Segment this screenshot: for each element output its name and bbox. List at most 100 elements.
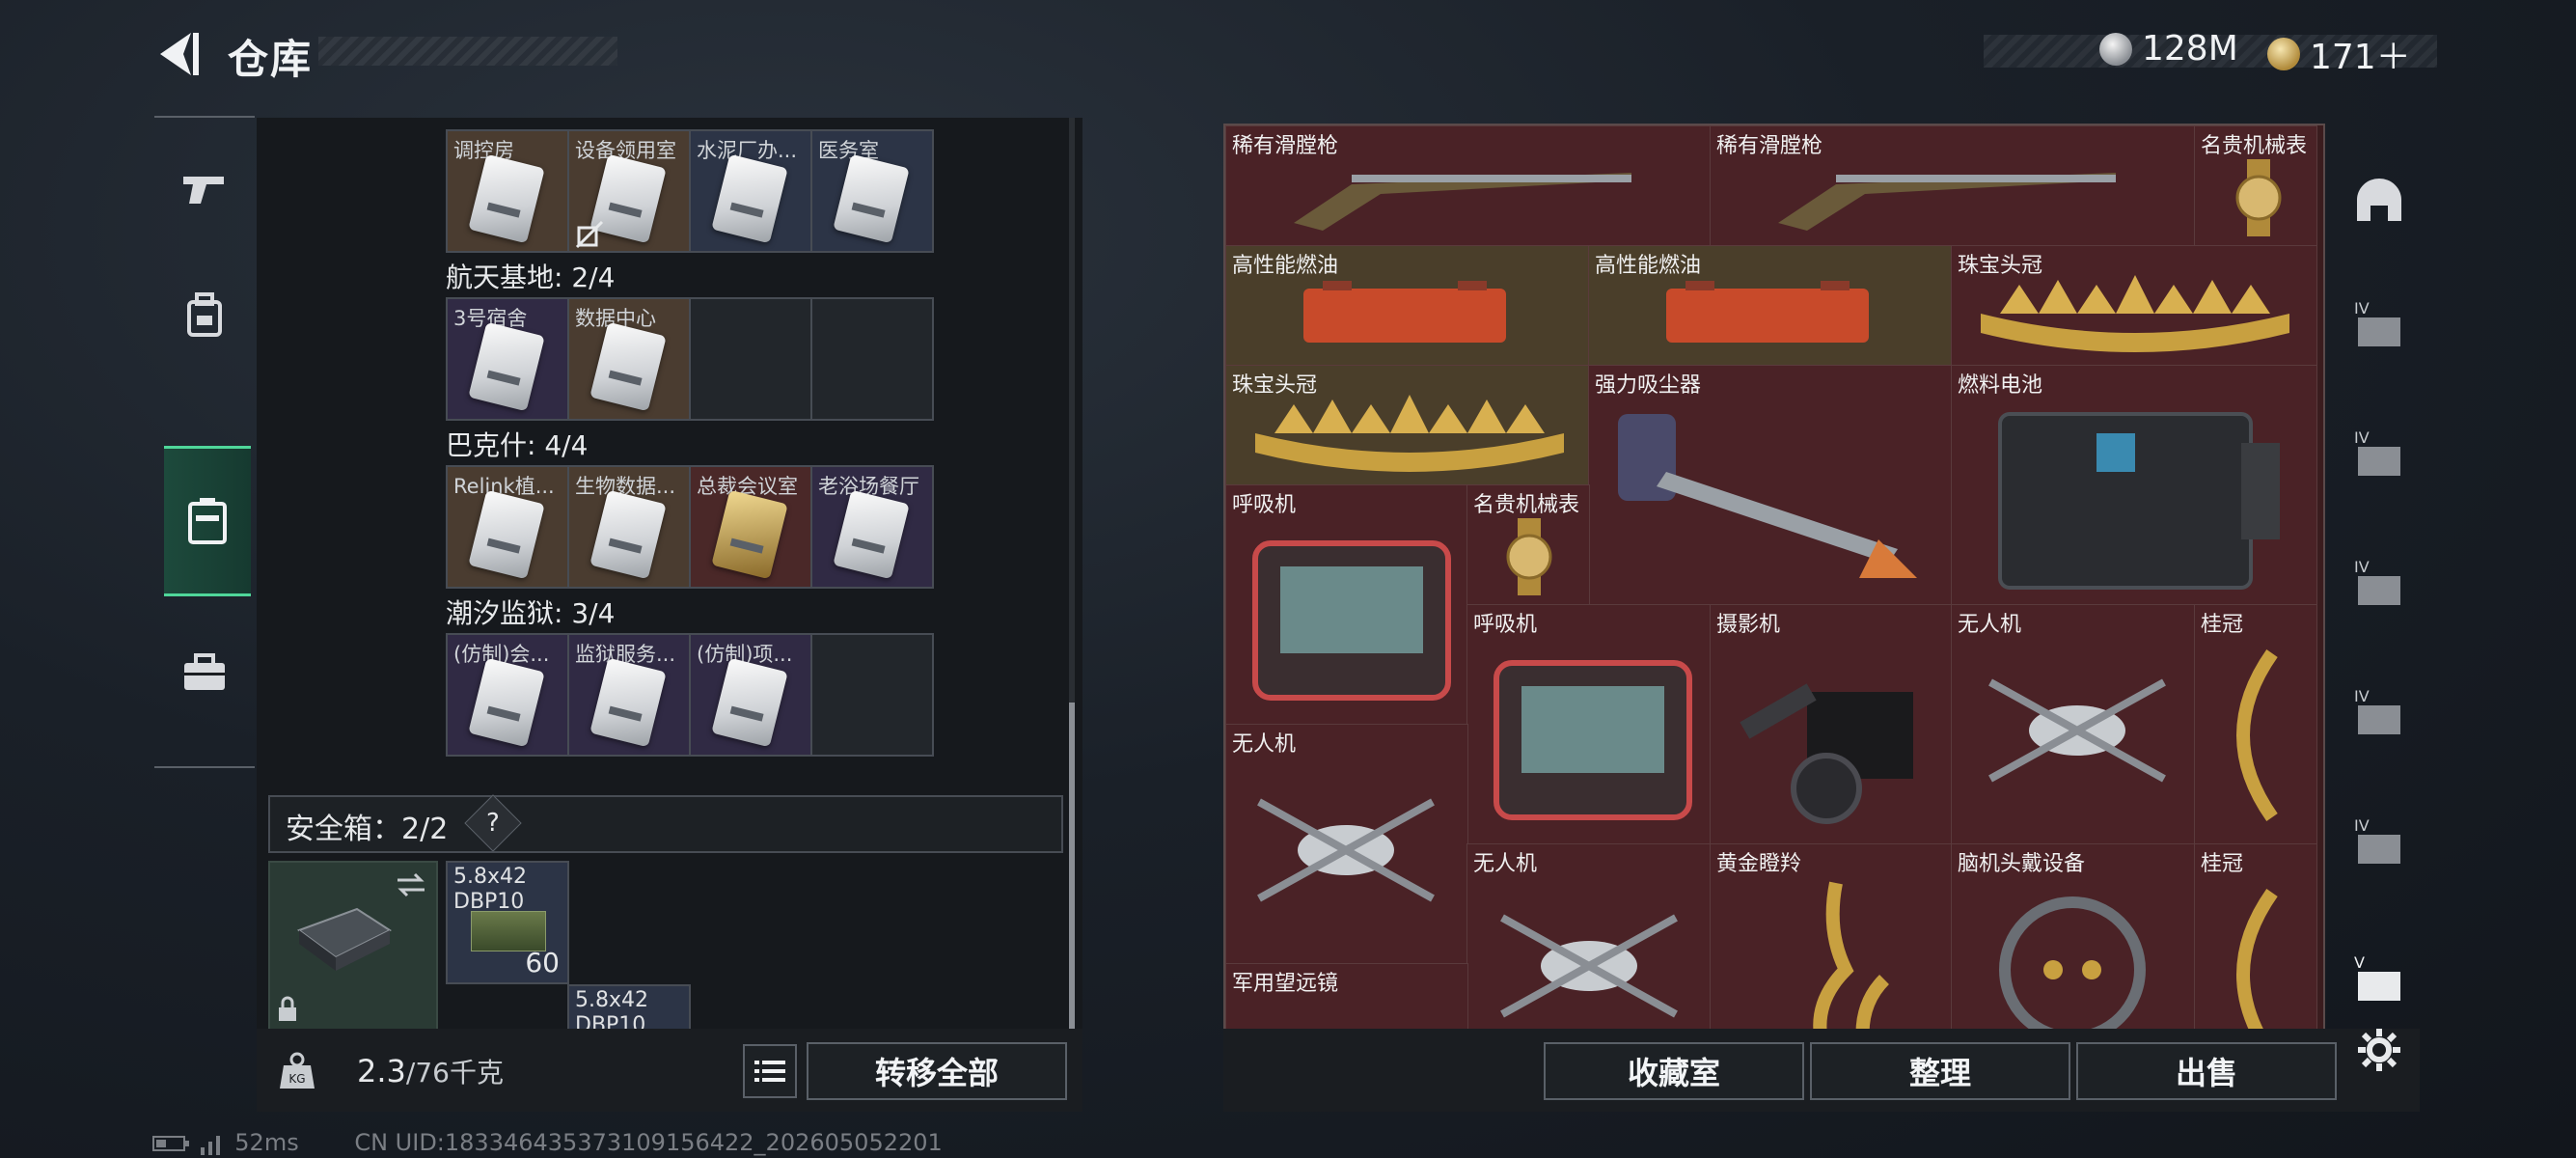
storage-grid: 稀有滑膛枪 稀有滑膛枪 名贵机械表 高性能燃油 高性能燃油 珠宝头冠 珠宝头冠 … — [1223, 124, 2325, 1034]
slot-armor[interactable]: IV — [2344, 396, 2414, 511]
key-group-label: 潮汐监狱: 3/4 — [446, 597, 616, 629]
svg-text:IV: IV — [2354, 816, 2370, 835]
unlink-icon — [575, 220, 604, 249]
key-slot[interactable]: 监狱服务... — [569, 635, 691, 755]
key-slot[interactable]: 老浴场餐厅 — [812, 467, 932, 587]
key-group-row: 3号宿舍 数据中心 — [446, 297, 934, 421]
key-slot[interactable]: 调控房 — [448, 131, 569, 251]
armor-iv-icon: IV — [2354, 816, 2400, 864]
currency-gold-value: 171＋ — [2310, 38, 2411, 77]
item-drone[interactable]: 无人机 — [1466, 843, 1712, 1033]
slot-armor[interactable]: IV — [2344, 266, 2414, 382]
fuel-case-icon — [1303, 281, 1506, 343]
keycard-icon — [589, 321, 667, 412]
svg-text:IV: IV — [2354, 299, 2370, 317]
armor-iv-icon: IV — [2354, 558, 2400, 605]
item-laurel-crown[interactable]: 桂冠 — [2194, 843, 2317, 1033]
slot-armor[interactable]: V — [2344, 921, 2414, 1036]
key-slot[interactable]: 生物数据... — [569, 467, 691, 587]
item-military-binoculars[interactable]: 军用望远镜 — [1225, 963, 1468, 1033]
battery-icon — [152, 1136, 189, 1151]
key-slot[interactable]: 水泥厂办... — [691, 131, 812, 251]
scrollbar-thumb[interactable] — [1069, 703, 1075, 1031]
nav-storage[interactable] — [164, 446, 251, 596]
item-video-camera[interactable]: 摄影机 — [1710, 604, 1953, 845]
ventilator-icon — [1494, 660, 1692, 820]
item-vacuum-cleaner[interactable]: 强力吸尘器 — [1588, 365, 1953, 606]
safebox-slot[interactable] — [268, 861, 438, 1031]
keycard-icon — [833, 153, 910, 244]
helmet-icon — [2357, 179, 2401, 221]
slot-helmet[interactable] — [2344, 143, 2414, 259]
status-footer: 52ms CN UID:18334643537310915642​2_20260… — [152, 1129, 943, 1156]
fuel-cell-icon — [1998, 412, 2280, 590]
sell-button[interactable]: 出售 — [2076, 1042, 2337, 1100]
item-rare-musket[interactable]: 稀有滑膛枪 — [1225, 125, 1712, 247]
slot-armor[interactable]: IV — [2344, 784, 2414, 899]
key-slot[interactable]: 3号宿舍 — [448, 299, 569, 419]
collection-room-button[interactable]: 收藏室 — [1544, 1042, 1804, 1100]
item-golden-gazelle[interactable]: 黄金瞪羚 — [1710, 843, 1953, 1033]
key-slot[interactable]: 数据中心 — [569, 299, 691, 419]
item-ventilator[interactable]: 呼吸机 — [1225, 484, 1468, 726]
key-slot-empty[interactable] — [812, 635, 932, 755]
item-jeweled-tiara[interactable]: 珠宝头冠 — [1225, 365, 1590, 486]
swap-icon[interactable] — [394, 870, 428, 899]
tiara-icon — [1981, 275, 2289, 352]
back-arrow-icon[interactable] — [154, 29, 199, 79]
transfer-all-button[interactable]: 转移全部 — [807, 1042, 1067, 1100]
key-slot-empty[interactable] — [691, 299, 812, 419]
watch-icon — [2235, 159, 2282, 236]
safebox-icon — [296, 907, 393, 971]
item-laurel-crown[interactable]: 桂冠 — [2194, 604, 2317, 845]
key-slot[interactable]: 总裁会议室 — [691, 467, 812, 587]
keycard-icon — [468, 153, 545, 244]
keycard-icon — [468, 657, 545, 748]
sort-button[interactable]: 整理 — [1810, 1042, 2070, 1100]
keycard-icon — [468, 489, 545, 580]
ammo-slot[interactable]: 5.8x42DBP10 60 — [446, 861, 569, 984]
laurel-icon — [2236, 888, 2278, 1033]
currency-silver-value: 128M — [2142, 29, 2238, 69]
ping-text: 52ms — [234, 1129, 299, 1156]
item-rare-musket[interactable]: 稀有滑膛枪 — [1710, 125, 2196, 247]
armor-v-icon: V — [2354, 953, 2400, 1001]
list-view-button[interactable] — [743, 1044, 797, 1098]
key-slot[interactable]: 设备领用室 — [569, 131, 691, 251]
key-slot-empty[interactable] — [812, 299, 932, 419]
slot-armor[interactable]: IV — [2344, 525, 2414, 641]
vacuum-icon — [1618, 414, 1917, 578]
signal-icon — [200, 1136, 220, 1155]
musket-icon — [1294, 173, 1631, 231]
item-high-perf-fuel[interactable]: 高性能燃油 — [1225, 245, 1590, 367]
svg-text:IV: IV — [2354, 558, 2370, 576]
toolbox-icon — [184, 653, 225, 690]
camera-icon — [1740, 683, 1913, 824]
item-luxury-watch[interactable]: 名贵机械表 — [1466, 484, 1590, 606]
currency-gold[interactable]: 171＋ — [2267, 29, 2411, 79]
item-drone[interactable]: 无人机 — [1225, 724, 1468, 965]
nav-toolbox[interactable] — [154, 600, 255, 745]
watch-icon — [1506, 518, 1552, 595]
item-fuel-cell[interactable]: 燃料电池 — [1951, 365, 2317, 606]
tiara-icon — [1255, 395, 1564, 472]
key-slot[interactable]: Relink植... — [448, 467, 569, 587]
keycard-icon — [589, 657, 667, 748]
laurel-icon — [2236, 648, 2278, 822]
item-jeweled-tiara[interactable]: 珠宝头冠 — [1951, 245, 2317, 367]
item-high-perf-fuel[interactable]: 高性能燃油 — [1588, 245, 1953, 367]
key-slot[interactable]: (仿制)项... — [691, 635, 812, 755]
backpack-icon — [187, 292, 222, 337]
slot-armor[interactable]: IV — [2344, 654, 2414, 770]
key-slot[interactable]: 医务室 — [812, 131, 932, 251]
nav-weapons[interactable] — [154, 118, 255, 262]
item-luxury-watch[interactable]: 名贵机械表 — [2194, 125, 2317, 247]
item-ventilator[interactable]: 呼吸机 — [1466, 604, 1712, 845]
ventilator-icon — [1252, 540, 1451, 701]
item-bci-headset[interactable]: 脑机头戴设备 — [1951, 843, 2196, 1033]
title-decoration — [318, 37, 617, 66]
nav-backpack[interactable] — [154, 243, 255, 388]
item-drone[interactable]: 无人机 — [1951, 604, 2196, 845]
key-slot[interactable]: (仿制)会... — [448, 635, 569, 755]
lock-icon — [279, 996, 296, 1021]
